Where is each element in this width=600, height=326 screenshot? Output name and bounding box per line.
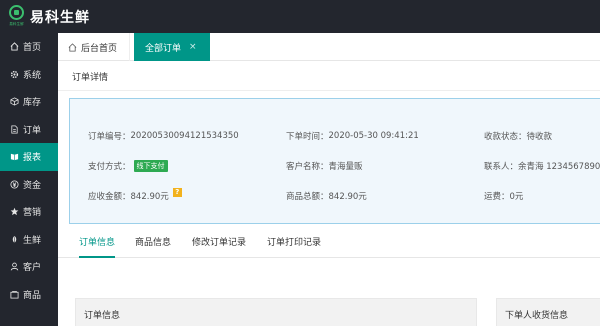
close-icon[interactable]: ×	[189, 42, 197, 52]
amount-receivable-label: 应收金额：	[88, 192, 131, 202]
sidebar-item-funds[interactable]: 资金	[0, 171, 58, 199]
goods-total-value: 842.90元	[328, 192, 367, 202]
payment-status-value: 待收款	[526, 132, 553, 142]
contact-value: 余青海 1234567890	[518, 162, 600, 172]
sidebar-item-fresh[interactable]: 生鲜	[0, 226, 58, 254]
contact-person: 联系人： 余青海 1234567890	[484, 159, 600, 173]
brand-name: 易科生鲜	[30, 10, 90, 26]
sidebar-item-products[interactable]: 商品	[0, 281, 58, 309]
sidebar-item-label: 库存	[23, 98, 42, 109]
sidebar-item-label: 首页	[23, 43, 42, 54]
page-title: 订单详情	[72, 73, 109, 83]
sidebar-item-label: 生鲜	[23, 235, 42, 246]
order-time-value: 2020-05-30 09:41:21	[328, 131, 419, 141]
payment-method-badge: 线下支付	[133, 160, 168, 172]
gear-icon	[10, 70, 19, 79]
sidebar-item-orders[interactable]: 订单	[0, 116, 58, 144]
summary-row: 订单编号： 20200530094121534350 下单时间： 2020-05…	[70, 129, 600, 143]
divider	[58, 90, 600, 91]
sidebar-item-label: 系统	[23, 70, 42, 81]
order-number: 订单编号： 20200530094121534350	[88, 129, 239, 143]
logo-mark-icon	[9, 5, 24, 20]
summary-row: 应收金额： 842.90元 ? 商品总额： 842.90元 运费： 0元	[70, 187, 600, 203]
order-summary-card: 订单编号： 20200530094121534350 下单时间： 2020-05…	[69, 98, 600, 224]
goods-total: 商品总额： 842.90元	[286, 189, 367, 203]
payment-status-label: 收款状态：	[484, 132, 527, 142]
amount-receivable-value: 842.90元	[130, 192, 169, 202]
payment-method-label: 支付方式：	[88, 162, 131, 172]
panel-title: 下单人收货信息	[505, 311, 569, 321]
tab-home-label: 后台首页	[81, 43, 118, 54]
product-icon	[10, 290, 19, 299]
sidebar-item-label: 客户	[23, 263, 42, 274]
detail-tabs: 订单信息 商品信息 修改订单记录 订单打印记录	[58, 229, 600, 258]
tab-product-info[interactable]: 商品信息	[135, 229, 171, 258]
order-time-label: 下单时间：	[286, 132, 329, 142]
order-number-label: 订单编号：	[88, 132, 131, 142]
tab-all-orders[interactable]: 全部订单 ×	[134, 33, 210, 61]
sidebar-item-system[interactable]: 系统	[0, 61, 58, 89]
sidebar-item-label: 订单	[23, 125, 42, 136]
page-tabs: 后台首页 全部订单 ×	[58, 33, 600, 61]
sidebar-item-home[interactable]: 首页	[0, 33, 58, 61]
sidebar-item-inventory[interactable]: 库存	[0, 88, 58, 116]
box-icon	[10, 97, 19, 106]
brand-logo[interactable]: 易科生鲜	[5, 5, 28, 28]
top-bar: 易科生鲜 易科生鲜	[0, 0, 600, 33]
freight: 运费： 0元	[484, 189, 523, 203]
star-icon	[10, 207, 19, 216]
contact-label: 联系人：	[484, 162, 519, 172]
sidebar-item-label: 资金	[23, 180, 42, 191]
sidebar-item-label: 商品	[23, 290, 42, 301]
panel-title: 订单信息	[84, 311, 121, 321]
tab-order-edit-log[interactable]: 修改订单记录	[192, 229, 246, 258]
payment-method: 支付方式： 线下支付	[88, 159, 168, 173]
home-icon	[68, 42, 77, 52]
sidebar-item-customers[interactable]: 客户	[0, 253, 58, 281]
tab-home[interactable]: 后台首页	[58, 33, 130, 61]
user-icon	[10, 262, 19, 271]
freight-label: 运费：	[484, 192, 510, 202]
report-icon	[10, 152, 19, 161]
goods-total-label: 商品总额：	[286, 192, 329, 202]
order-number-value: 20200530094121534350	[130, 131, 239, 141]
currency-icon	[10, 180, 19, 189]
order-info-panel: 订单信息	[75, 298, 477, 326]
shipping-info-panel: 下单人收货信息	[496, 298, 600, 326]
home-icon	[10, 42, 19, 51]
payment-status: 收款状态： 待收款	[484, 129, 552, 143]
amount-receivable: 应收金额： 842.90元 ?	[88, 187, 182, 203]
customer-name: 客户名称： 青海量贩	[286, 159, 363, 173]
summary-row: 支付方式： 线下支付 客户名称： 青海量贩 联系人： 余青海 123456789…	[70, 159, 600, 173]
main-content: 订单详情 订单编号： 20200530094121534350 下单时间： 20…	[58, 61, 600, 326]
tab-order-print-log[interactable]: 订单打印记录	[267, 229, 321, 258]
customer-name-value: 青海量贩	[328, 162, 363, 172]
tab-order-info[interactable]: 订单信息	[79, 229, 116, 258]
freight-value: 0元	[509, 192, 524, 202]
document-icon	[10, 125, 19, 134]
customer-name-label: 客户名称：	[286, 162, 329, 172]
sidebar: 首页 系统 库存 订单 报表 资金 营销 生鲜 客户 商品	[0, 33, 58, 326]
sidebar-item-label: 营销	[23, 208, 42, 219]
tab-all-orders-label: 全部订单	[145, 43, 182, 54]
help-icon[interactable]: ?	[172, 187, 182, 197]
sidebar-item-marketing[interactable]: 营销	[0, 198, 58, 226]
order-time: 下单时间： 2020-05-30 09:41:21	[286, 129, 419, 143]
sidebar-item-reports[interactable]: 报表	[0, 143, 58, 171]
sidebar-item-label: 报表	[23, 153, 42, 164]
leaf-icon	[10, 235, 19, 244]
logo-text: 易科生鲜	[9, 21, 24, 26]
